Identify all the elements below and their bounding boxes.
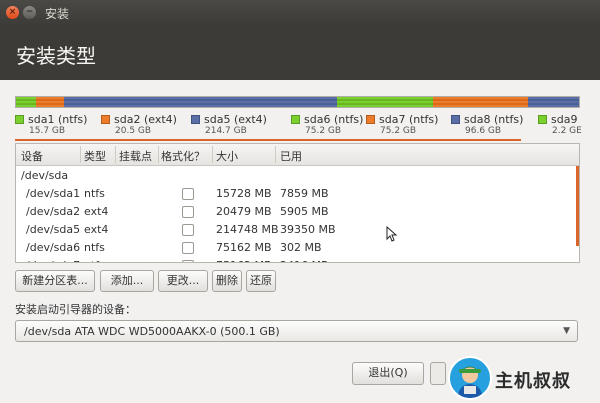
partition-segment [528, 97, 579, 107]
window-title: 安装 [45, 7, 70, 21]
delete-button[interactable]: 删除 [212, 270, 242, 292]
partition-size: 214748 MB [216, 223, 279, 236]
column-type[interactable]: 类型 [84, 148, 106, 164]
legend-size: 96.6 GB [465, 126, 502, 136]
format-checkbox[interactable] [182, 206, 194, 218]
partition-device: /dev/sda5 [26, 223, 81, 236]
partition-used: 39350 MB [280, 223, 336, 236]
legend-swatch [15, 115, 24, 124]
legend-size: 15.7 GB [29, 126, 66, 136]
column-separator [275, 146, 276, 163]
table-header: 设备 类型 挂载点 格式化？ 大小 已用 [16, 144, 579, 166]
legend-name: sda9 [551, 113, 578, 126]
partition-used: 2416 MB [280, 259, 329, 262]
column-separator [158, 146, 159, 163]
legend-name: sda8 (ntfs) [464, 113, 524, 126]
partition-legend: sda1 (ntfs) 15.7 GB sda2 (ext4) 20.5 GB sda5… [15, 113, 585, 139]
partition-size: 15728 MB [216, 187, 272, 200]
partition-segment [432, 97, 529, 107]
partition-type: ext4 [84, 205, 109, 218]
bootloader-selected: /dev/sda ATA WDC WD5000AAKX-0 (500.1 GB) [24, 325, 280, 338]
column-format[interactable]: 格式化？ [161, 148, 205, 164]
legend-swatch [451, 115, 460, 124]
new-partition-table-button[interactable]: 新建分区表... [15, 270, 95, 292]
partition-segment [35, 97, 64, 107]
column-separator [212, 146, 213, 163]
mouse-cursor-icon [386, 226, 398, 242]
partition-used: 302 MB [280, 241, 322, 254]
column-mount[interactable]: 挂载点 [119, 148, 152, 164]
column-size[interactable]: 大小 [216, 148, 238, 164]
mascot-icon [448, 356, 492, 400]
legend-size: 75.2 GB [380, 126, 417, 136]
partition-used: 5905 MB [280, 205, 329, 218]
legend-size: 214.7 GB [205, 126, 247, 136]
page-title: 安装类型 [16, 44, 96, 68]
legend-size: 75.2 GB [305, 126, 342, 136]
legend-swatch [291, 115, 300, 124]
partition-segment [336, 97, 433, 107]
partition-bar [15, 96, 580, 108]
disk-name: /dev/sda [21, 169, 69, 182]
disk-row[interactable]: /dev/sda [16, 166, 579, 184]
partition-size: 20479 MB [216, 205, 272, 218]
legend-swatch [101, 115, 110, 124]
column-device[interactable]: 设备 [21, 148, 43, 164]
legend-scroll-indicator [15, 139, 521, 141]
partition-type: ntfs [84, 241, 105, 254]
partition-device: /dev/sda7 [26, 259, 80, 262]
watermark-text: 主机叔叔 [495, 371, 571, 392]
partition-used: 7859 MB [280, 187, 329, 200]
quit-button[interactable]: 退出(Q) [352, 362, 424, 385]
legend-name: sda1 (ntfs) [28, 113, 88, 126]
legend-name: sda2 (ext4) [114, 113, 177, 126]
format-checkbox[interactable] [182, 242, 194, 254]
legend-swatch [538, 115, 547, 124]
column-separator [115, 146, 116, 163]
back-button[interactable] [430, 362, 446, 385]
add-button[interactable]: 添加... [100, 270, 154, 292]
table-row[interactable]: /dev/sda2 ext4 20479 MB 5905 MB [16, 202, 579, 220]
legend-name: sda6 (ntfs) [304, 113, 364, 126]
bootloader-label: 安装启动引导器的设备： [15, 303, 136, 316]
watermark-logo: 主机叔叔 [448, 356, 598, 401]
format-checkbox[interactable] [182, 260, 194, 262]
partition-size: 75162 MB [216, 259, 272, 262]
legend-size: 20.5 GB [115, 126, 152, 136]
page-header: 安装类型 [0, 26, 600, 80]
change-button[interactable]: 更改... [158, 270, 208, 292]
minimize-icon[interactable]: − [23, 6, 36, 19]
partition-segment [16, 97, 36, 107]
legend-name: sda5 (ext4) [204, 113, 267, 126]
revert-button[interactable]: 还原 [246, 270, 276, 292]
table-scrollbar[interactable] [576, 166, 579, 246]
table-row[interactable]: /dev/sda7 ntfs 75162 MB 2416 MB [16, 256, 579, 262]
partition-segment [63, 97, 337, 107]
window-titlebar: × − 安装 [0, 0, 600, 26]
bootloader-device-select[interactable]: /dev/sda ATA WDC WD5000AAKX-0 (500.1 GB)… [15, 320, 578, 342]
partition-size: 75162 MB [216, 241, 272, 254]
partition-type: ntfs [84, 187, 105, 200]
close-icon[interactable]: × [6, 6, 19, 19]
partition-type: ext4 [84, 223, 109, 236]
table-row[interactable]: /dev/sda5 ext4 214748 MB 39350 MB [16, 220, 579, 238]
legend-swatch [366, 115, 375, 124]
partition-device: /dev/sda1 [26, 187, 81, 200]
format-checkbox[interactable] [182, 188, 194, 200]
partition-table[interactable]: 设备 类型 挂载点 格式化？ 大小 已用 /dev/sda /dev/sda1 n… [15, 143, 580, 263]
legend-size: 2.2 GE [552, 126, 582, 136]
partition-device: /dev/sda6 [26, 241, 81, 254]
legend-swatch [191, 115, 200, 124]
legend-name: sda7 (ntfs) [379, 113, 439, 126]
table-row[interactable]: /dev/sda1 ntfs 15728 MB 7859 MB [16, 184, 579, 202]
column-used[interactable]: 已用 [280, 148, 302, 164]
chevron-down-icon: ▼ [563, 326, 570, 336]
table-row[interactable]: /dev/sda6 ntfs 75162 MB 302 MB [16, 238, 579, 256]
format-checkbox[interactable] [182, 224, 194, 236]
partition-type: ntfs [84, 259, 105, 262]
partition-device: /dev/sda2 [26, 205, 81, 218]
column-separator [80, 146, 81, 163]
